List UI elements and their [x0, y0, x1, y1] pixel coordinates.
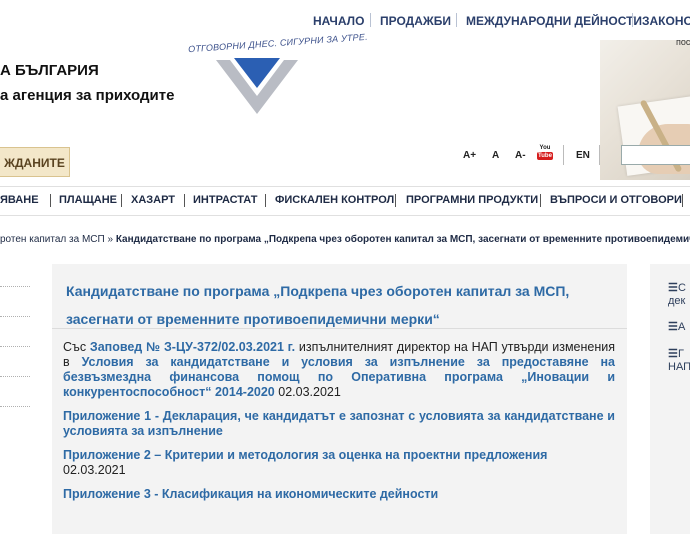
- list-icon: ☰: [668, 348, 678, 360]
- right-sidebar-item-1-label: С: [678, 282, 686, 294]
- breadcrumb-separator: »: [107, 234, 114, 245]
- left-sidebar-divider: [0, 346, 30, 347]
- breadcrumb-current: Кандидатстване по програма „Подкрепа чре…: [115, 234, 690, 245]
- annex-2-date: 02.03.2021: [63, 463, 126, 477]
- paragraph-order: Със Заповед № З-ЦУ-372/02.03.2021 г. изп…: [63, 340, 615, 400]
- left-sidebar-divider: [0, 406, 30, 407]
- left-sidebar-divider: [0, 286, 30, 287]
- top-nav-divider: [456, 13, 457, 27]
- language-en-button[interactable]: EN: [576, 150, 590, 161]
- youtube-tube-text: Tube: [537, 152, 553, 160]
- main-nav-fiscal-control[interactable]: ФИСКАЛЕН КОНТРОЛ: [275, 194, 394, 206]
- list-icon: ☰: [668, 321, 678, 333]
- nra-logo-icon[interactable]: [212, 52, 302, 121]
- main-nav-faq[interactable]: ВЪПРОСИ И ОТГОВОРИ: [550, 194, 682, 206]
- right-sidebar-item-1[interactable]: ☰С дек: [668, 282, 686, 308]
- header-partial-text: пос: [676, 37, 690, 47]
- top-nav-divider: [632, 13, 633, 27]
- order-link[interactable]: Заповед № З-ЦУ-372/02.03.2021 г.: [90, 340, 295, 354]
- right-sidebar-item-2[interactable]: ☰А: [668, 321, 685, 334]
- paragraph-annex-3: Приложение 3 - Класификация на икономиче…: [63, 487, 615, 502]
- article-title-line1: Кандидатстване по програма „Подкрепа чре…: [66, 283, 570, 299]
- citizens-button[interactable]: ЖДАНИТЕ: [0, 147, 70, 177]
- main-nav-divider: [682, 194, 683, 207]
- left-sidebar-divider: [0, 376, 30, 377]
- org-name-line1: А БЪЛГАРИЯ: [0, 62, 99, 79]
- font-normal-button[interactable]: A: [492, 150, 499, 161]
- tools-divider: [563, 145, 564, 165]
- annex-3-link[interactable]: Приложение 3 - Класификация на икономиче…: [63, 487, 438, 501]
- youtube-icon[interactable]: You Tube: [537, 145, 553, 163]
- right-sidebar-item-3-label2: НАП: [668, 361, 690, 373]
- youtube-you-text: You: [539, 145, 551, 151]
- font-increase-button[interactable]: A+: [463, 150, 476, 161]
- right-sidebar-item-3-label: Г: [678, 348, 684, 360]
- main-nav-divider: [121, 194, 122, 207]
- top-nav-home[interactable]: НАЧАЛО: [313, 14, 364, 28]
- main-nav-divider: [50, 194, 51, 207]
- right-sidebar-item-3[interactable]: ☰Г НАП: [668, 348, 690, 374]
- top-nav-divider: [370, 13, 371, 27]
- main-nav-divider: [265, 194, 266, 207]
- top-nav-international[interactable]: МЕЖДУНАРОДНИ ДЕЙНОСТИ: [466, 14, 642, 28]
- article-body: Със Заповед № З-ЦУ-372/02.03.2021 г. изп…: [63, 340, 615, 511]
- order-text-start: Със: [63, 340, 90, 354]
- article-title: Кандидатстване по програма „Подкрепа чре…: [66, 277, 611, 333]
- main-nav-declaring[interactable]: ЯВАНЕ: [0, 194, 39, 206]
- right-sidebar-item-1-label2: дек: [668, 295, 686, 307]
- org-name-line2: а агенция за приходите: [0, 87, 175, 104]
- breadcrumb: ротен капитал за МСП » Кандидатстване по…: [0, 234, 690, 245]
- left-sidebar-divider: [0, 316, 30, 317]
- font-decrease-button[interactable]: A-: [515, 150, 526, 161]
- main-nav-divider: [395, 194, 396, 207]
- main-nav-divider: [184, 194, 185, 207]
- main-nav-software[interactable]: ПРОГРАМНИ ПРОДУКТИ: [406, 194, 538, 206]
- paragraph-annex-1: Приложение 1 - Декларация, че кандидатът…: [63, 409, 615, 439]
- list-icon: ☰: [668, 282, 678, 294]
- breadcrumb-parent-link[interactable]: ротен капитал за МСП: [0, 234, 105, 245]
- order-date: 02.03.2021: [274, 385, 341, 399]
- annex-1-link[interactable]: Приложение 1 - Декларация, че кандидатът…: [63, 409, 615, 438]
- tools-divider: [599, 145, 600, 165]
- main-navigation: ЯВАНЕ ПЛАЩАНЕ ХАЗАРТ ИНТРАСТАТ ФИСКАЛЕН …: [0, 186, 690, 216]
- annex-2-link[interactable]: Приложение 2 – Критерии и методология за…: [63, 448, 547, 462]
- paragraph-annex-2: Приложение 2 – Критерии и методология за…: [63, 448, 615, 478]
- main-nav-gambling[interactable]: ХАЗАРТ: [131, 194, 175, 206]
- main-nav-payment[interactable]: ПЛАЩАНЕ: [59, 194, 117, 206]
- main-nav-divider: [540, 194, 541, 207]
- right-sidebar-item-2-label: А: [678, 321, 686, 333]
- top-nav-legislation[interactable]: ЗАКОНО: [642, 14, 690, 28]
- main-nav-intrastat[interactable]: ИНТРАСТАТ: [193, 194, 257, 206]
- search-input[interactable]: [621, 145, 690, 165]
- title-divider: [52, 328, 627, 329]
- top-nav-sales[interactable]: ПРОДАЖБИ: [380, 14, 451, 28]
